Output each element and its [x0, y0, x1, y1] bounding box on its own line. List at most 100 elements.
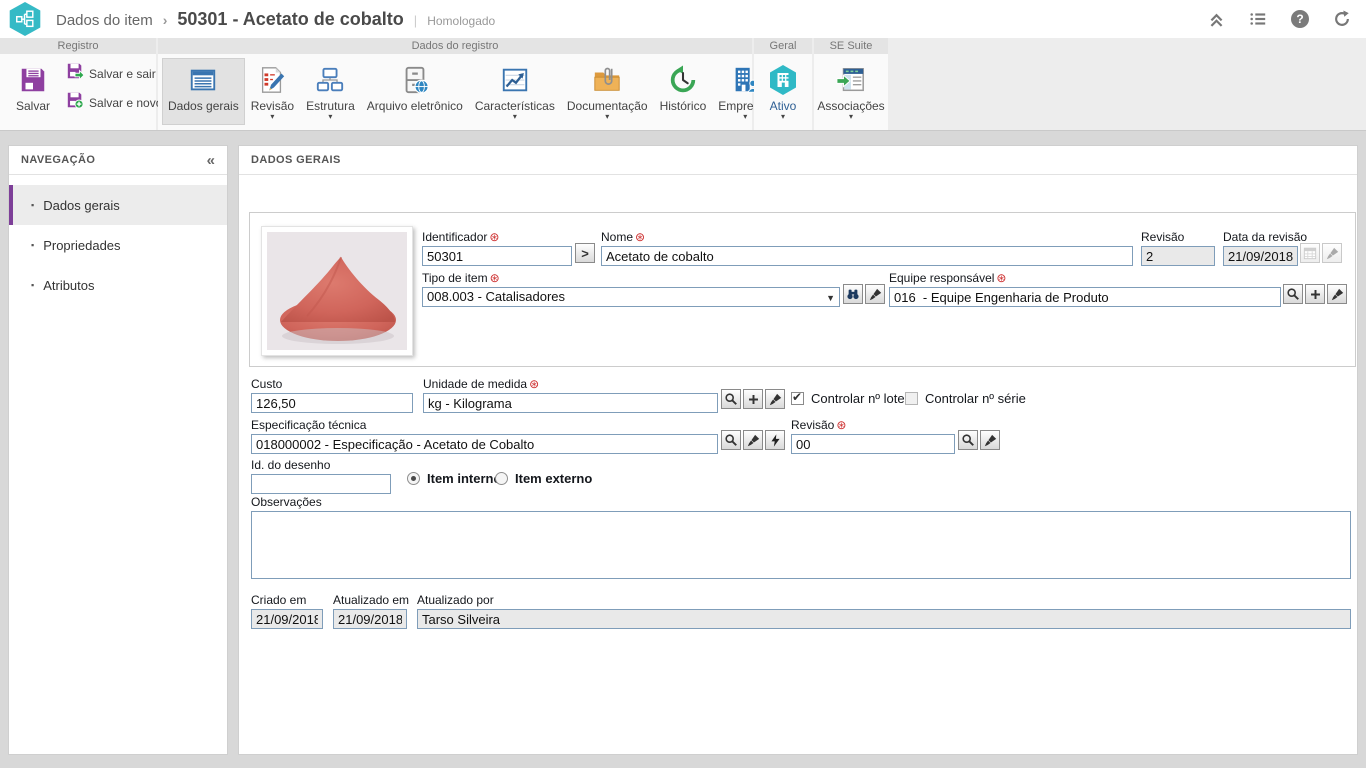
atualizado-em-input — [333, 609, 407, 629]
historico-button[interactable]: Histórico ▾ — [654, 58, 713, 125]
equipe-input[interactable] — [889, 287, 1281, 307]
revisao-item-input — [1141, 246, 1215, 266]
identificador-label: Identificador — [422, 230, 487, 244]
sidebar-title: NAVEGAÇÃO — [21, 154, 95, 166]
identificador-input[interactable] — [422, 246, 572, 266]
observacoes-textarea[interactable] — [251, 511, 1351, 579]
data-revisao-label: Data da revisão — [1223, 230, 1298, 244]
unidade-clear-button[interactable] — [765, 389, 785, 409]
refresh-icon[interactable] — [1332, 9, 1352, 29]
electronic-file-icon — [400, 63, 430, 97]
calendar-icon — [1300, 243, 1320, 263]
required-icon: ⊛ — [836, 418, 846, 432]
especificacao-clear-button[interactable] — [743, 430, 763, 450]
dropdown-caret: ▾ — [605, 113, 609, 122]
clear-icon — [1322, 243, 1342, 263]
radio-icon — [407, 472, 420, 485]
revisao-espec-search-button[interactable] — [958, 430, 978, 450]
revisao-espec-input[interactable] — [791, 434, 955, 454]
save-button[interactable]: Salvar — [10, 58, 56, 116]
unidade-search-button[interactable] — [721, 389, 741, 409]
especificacao-label: Especificação técnica — [251, 418, 718, 432]
sidebar-item-dados-gerais[interactable]: ▪ Dados gerais — [9, 185, 227, 225]
criado-em-input — [251, 609, 323, 629]
controlar-serie-checkbox[interactable]: Controlar nº série — [905, 391, 1026, 406]
id-desenho-label: Id. do desenho — [251, 458, 391, 472]
revisao-espec-clear-button[interactable] — [980, 430, 1000, 450]
toolbar-group-dados-label: Dados do registro — [158, 38, 752, 54]
custo-input[interactable] — [251, 393, 413, 413]
especificacao-action-button[interactable] — [765, 430, 785, 450]
navigation-sidebar: NAVEGAÇÃO « ▪ Dados gerais ▪ Propriedade… — [8, 145, 228, 755]
required-icon: ⊛ — [635, 230, 645, 244]
nome-input[interactable] — [601, 246, 1133, 266]
dropdown-caret: ▾ — [328, 113, 332, 122]
item-photo[interactable] — [261, 226, 413, 356]
title-status-divider: | — [414, 13, 417, 28]
required-icon: ⊛ — [529, 377, 539, 391]
dropdown-caret: ▾ — [270, 113, 274, 122]
general-data-icon — [188, 63, 218, 97]
dados-gerais-button[interactable]: Dados gerais ▾ — [162, 58, 245, 125]
collapse-all-icon[interactable] — [1206, 9, 1226, 29]
revisao-item-label: Revisão — [1141, 230, 1215, 244]
history-icon — [668, 63, 698, 97]
nome-label: Nome — [601, 230, 633, 244]
controlar-lote-checkbox[interactable]: Controlar nº lote — [791, 391, 905, 406]
toolbar-group-geral-label: Geral — [754, 38, 812, 54]
save-label: Salvar — [16, 99, 50, 113]
topbar-actions: ? — [1206, 9, 1352, 29]
bullet-icon: ▪ — [31, 240, 34, 250]
list-menu-icon[interactable] — [1248, 9, 1268, 29]
estrutura-button[interactable]: Estrutura ▾ — [300, 58, 361, 125]
save-exit-icon — [66, 62, 84, 85]
custo-label: Custo — [251, 377, 413, 391]
identificador-go-button[interactable]: > — [575, 243, 595, 263]
unidade-label: Unidade de medida — [423, 377, 527, 391]
help-icon[interactable]: ? — [1290, 9, 1310, 29]
associacoes-button[interactable]: Associações ▾ — [811, 58, 890, 125]
ativo-button[interactable]: Ativo ▾ — [761, 58, 805, 125]
tipo-item-search-tree-button[interactable] — [843, 284, 863, 304]
especificacao-input[interactable] — [251, 434, 718, 454]
save-new-icon — [66, 91, 84, 114]
atualizado-em-label: Atualizado em — [333, 593, 407, 607]
bullet-icon: ▪ — [31, 200, 34, 210]
save-and-exit-button[interactable]: Salvar e sair — [66, 62, 162, 85]
caracteristicas-button[interactable]: Características ▾ — [469, 58, 561, 125]
structure-icon — [315, 63, 345, 97]
save-and-new-button[interactable]: Salvar e novo — [66, 91, 162, 114]
documentation-icon — [592, 63, 622, 97]
atualizado-por-label: Atualizado por — [417, 593, 1351, 607]
required-icon: ⊛ — [996, 271, 1006, 285]
tipo-item-label: Tipo de item — [422, 271, 488, 285]
sidebar-item-atributos[interactable]: ▪ Atributos — [9, 265, 227, 305]
revision-icon — [257, 63, 287, 97]
arquivo-eletronico-button[interactable]: Arquivo eletrônico ▾ — [361, 58, 469, 125]
select-caret-icon: ▼ — [826, 293, 835, 303]
unidade-add-button[interactable] — [743, 389, 763, 409]
id-desenho-input[interactable] — [251, 474, 391, 494]
dados-gerais-panel: DADOS GERAIS Iden — [238, 145, 1358, 755]
save-icon — [18, 63, 48, 97]
ribbon-toolbar: Registro Salvar — [0, 38, 1366, 131]
especificacao-search-button[interactable] — [721, 430, 741, 450]
equipe-add-button[interactable] — [1305, 284, 1325, 304]
sidebar-collapse-icon[interactable]: « — [207, 152, 215, 169]
documentacao-button[interactable]: Documentação ▾ — [561, 58, 654, 125]
revisao-button[interactable]: Revisão ▾ — [245, 58, 300, 125]
item-interno-radio[interactable]: Item interno — [407, 471, 501, 486]
equipe-search-button[interactable] — [1283, 284, 1303, 304]
equipe-clear-button[interactable] — [1327, 284, 1347, 304]
page-title: 50301 - Acetato de cobalto — [177, 9, 403, 30]
breadcrumb-root[interactable]: Dados do item — [56, 12, 153, 29]
item-app-icon — [8, 2, 42, 36]
unidade-input[interactable] — [423, 393, 718, 413]
toolbar-group-registro-label: Registro — [0, 38, 156, 54]
item-externo-radio[interactable]: Item externo — [495, 471, 592, 486]
required-icon: ⊛ — [489, 230, 499, 244]
tipo-item-clear-button[interactable] — [865, 284, 885, 304]
tipo-item-select[interactable]: 008.003 - Catalisadores▼ — [422, 287, 840, 307]
sidebar-item-propriedades[interactable]: ▪ Propriedades — [9, 225, 227, 265]
toolbar-group-geral: Geral Ativo ▾ — [754, 38, 812, 130]
